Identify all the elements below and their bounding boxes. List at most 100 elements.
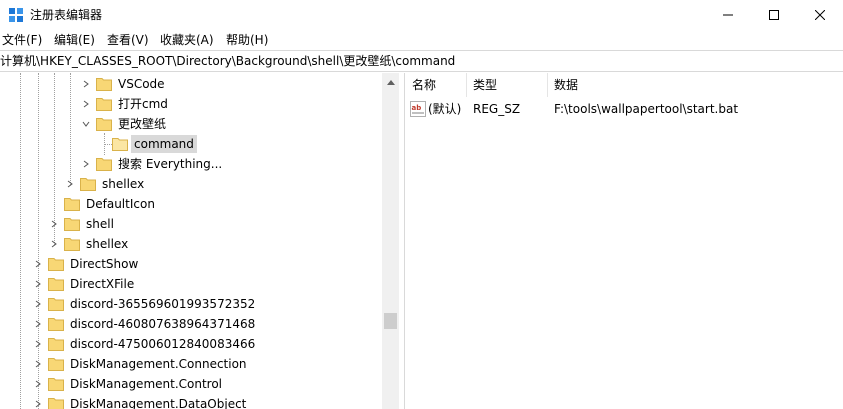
tree-item-label: VSCode: [118, 77, 165, 91]
expand-chevron-icon[interactable]: [32, 374, 44, 394]
tree-item-label: 搜索 Everything...: [118, 157, 223, 171]
expand-chevron-icon[interactable]: [48, 234, 60, 254]
tree-item-label: DirectShow: [70, 257, 139, 271]
expand-chevron-icon[interactable]: [80, 154, 92, 174]
tree-item-label: command: [131, 135, 197, 153]
maximize-button[interactable]: [751, 0, 797, 30]
values-list[interactable]: 名称 类型 数据 ab (默认) REG_SZ F:\tools\wallpap…: [406, 73, 843, 409]
expand-chevron-icon[interactable]: [80, 94, 92, 114]
expand-chevron-icon[interactable]: [64, 174, 76, 194]
folder-icon: [96, 118, 112, 131]
folder-icon: [96, 98, 112, 111]
folder-icon: [80, 178, 96, 191]
pane-splitter[interactable]: [399, 73, 405, 409]
tree-item-label: DefaultIcon: [86, 197, 155, 211]
registry-tree[interactable]: VSCode 打开cmd 更改壁纸 command 搜索 Everything.…: [0, 73, 382, 409]
folder-icon: [48, 298, 64, 311]
tree-item-open-cmd[interactable]: 打开cmd: [80, 94, 171, 114]
expand-chevron-icon[interactable]: [32, 394, 44, 409]
folder-icon: [64, 198, 80, 211]
tree-item-label: shellex: [86, 237, 129, 251]
tree-item-shell[interactable]: shell: [48, 214, 117, 234]
tree-item-label: shellex: [102, 177, 145, 191]
tree-guide-line: [20, 73, 21, 409]
value-data: F:\tools\wallpapertool\start.bat: [554, 102, 739, 116]
column-header-name[interactable]: 名称: [406, 73, 466, 97]
window-title: 注册表编辑器: [30, 8, 103, 22]
tree-item-label: DiskManagement.DataObject: [70, 397, 247, 409]
address-bar[interactable]: 计算机\HKEY_CLASSES_ROOT\Directory\Backgrou…: [0, 50, 843, 72]
regedit-icon: [9, 8, 23, 22]
menu-view[interactable]: 查看(V): [105, 31, 151, 49]
tree-item-vscode[interactable]: VSCode: [80, 74, 168, 94]
collapse-chevron-icon[interactable]: [80, 114, 92, 134]
close-button[interactable]: [797, 0, 843, 30]
folder-icon: [48, 398, 64, 409]
menu-bar: 文件(F) 编辑(E) 查看(V) 收藏夹(A) 帮助(H): [0, 30, 843, 50]
tree-item-label: shell: [86, 217, 114, 231]
value-name: (默认): [428, 102, 462, 116]
tree-item-discord-3[interactable]: discord-475006012840083466: [32, 334, 258, 354]
minimize-icon: [723, 14, 733, 16]
tree-item-directxfile[interactable]: DirectXFile: [32, 274, 137, 294]
expand-chevron-icon[interactable]: [80, 74, 92, 94]
folder-icon: [96, 78, 112, 91]
expand-chevron-icon[interactable]: [32, 254, 44, 274]
column-header-type[interactable]: 类型: [467, 73, 547, 97]
folder-icon: [48, 378, 64, 391]
folder-open-icon: [112, 138, 128, 151]
tree-item-change-wallpaper[interactable]: 更改壁纸: [80, 114, 169, 134]
tree-item-label: DirectXFile: [70, 277, 135, 291]
expand-chevron-icon[interactable]: [32, 274, 44, 294]
tree-item-diskmgmt-control[interactable]: DiskManagement.Control: [32, 374, 225, 394]
tree-item-discord-1[interactable]: discord-365569601993572352: [32, 294, 258, 314]
folder-icon: [48, 338, 64, 351]
chevron-up-icon: [386, 79, 395, 85]
tree-item-directshow[interactable]: DirectShow: [32, 254, 141, 274]
expand-chevron-icon[interactable]: [32, 354, 44, 374]
maximize-icon: [769, 10, 779, 20]
tree-item-command[interactable]: command: [96, 134, 197, 154]
scroll-thumb[interactable]: [384, 313, 397, 329]
tree-item-diskmgmt-dataobject[interactable]: DiskManagement.DataObject: [32, 394, 249, 409]
tree-guide-line: [70, 73, 71, 185]
folder-icon: [48, 258, 64, 271]
folder-icon: [48, 358, 64, 371]
expand-chevron-icon[interactable]: [32, 314, 44, 334]
value-type: REG_SZ: [473, 102, 521, 116]
menu-file[interactable]: 文件(F): [0, 31, 44, 49]
tree-scrollbar[interactable]: [382, 73, 399, 409]
expand-chevron-icon[interactable]: [32, 294, 44, 314]
tree-item-shellex[interactable]: shellex: [64, 174, 147, 194]
tree-item-search-everything[interactable]: 搜索 Everything...: [80, 154, 225, 174]
tree-item-label: DiskManagement.Connection: [70, 357, 247, 371]
value-row[interactable]: (默认) REG_SZ F:\tools\wallpapertool\start…: [406, 98, 843, 120]
tree-item-label: discord-365569601993572352: [70, 297, 256, 311]
menu-favorites[interactable]: 收藏夹(A): [158, 31, 216, 49]
folder-icon: [96, 158, 112, 171]
tree-item-discord-2[interactable]: discord-460807638964371468: [32, 314, 258, 334]
scroll-up-button[interactable]: [382, 73, 399, 90]
tree-item-label: discord-460807638964371468: [70, 317, 256, 331]
tree-item-label: 打开cmd: [118, 97, 168, 111]
tree-item-shellex-2[interactable]: shellex: [48, 234, 131, 254]
minimize-button[interactable]: [705, 0, 751, 30]
column-header-data[interactable]: 数据: [548, 73, 838, 97]
title-bar: 注册表编辑器: [0, 0, 843, 30]
tree-item-label: 更改壁纸: [118, 117, 167, 131]
tree-item-defaulticon[interactable]: DefaultIcon: [48, 194, 158, 214]
tree-item-label: discord-475006012840083466: [70, 337, 256, 351]
close-icon: [815, 10, 825, 20]
expand-chevron-icon[interactable]: [48, 214, 60, 234]
menu-help[interactable]: 帮助(H): [224, 31, 270, 49]
tree-item-diskmgmt-connection[interactable]: DiskManagement.Connection: [32, 354, 250, 374]
folder-icon: [48, 318, 64, 331]
menu-edit[interactable]: 编辑(E): [52, 31, 97, 49]
address-path[interactable]: 计算机\HKEY_CLASSES_ROOT\Directory\Backgrou…: [0, 53, 455, 69]
folder-icon: [48, 278, 64, 291]
folder-icon: [64, 238, 80, 251]
expand-chevron-icon[interactable]: [32, 334, 44, 354]
folder-icon: [64, 218, 80, 231]
